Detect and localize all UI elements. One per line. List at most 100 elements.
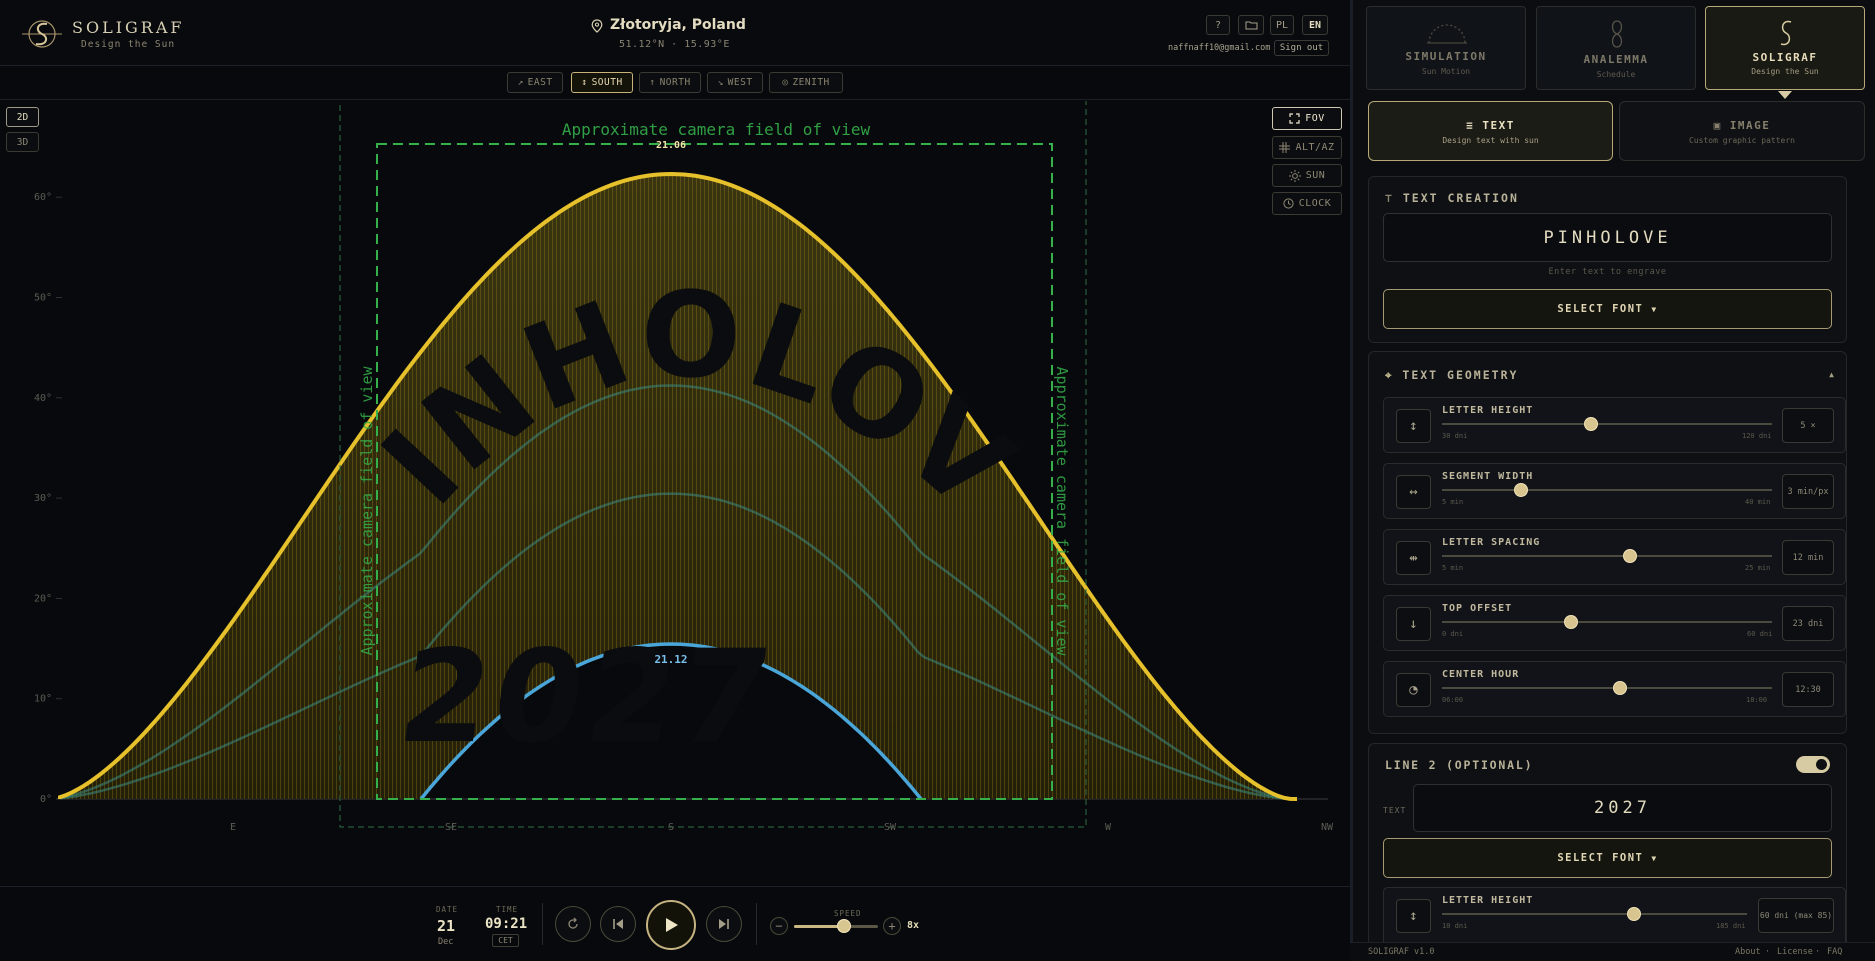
date-month: Dec: [438, 937, 454, 947]
footer-separator: ·: [1765, 947, 1771, 957]
text-lines-icon: ≡: [1466, 119, 1483, 132]
faq-link[interactable]: FAQ: [1827, 947, 1842, 957]
slider-min: 30 dni: [1442, 432, 1468, 440]
letter-spacing-slider[interactable]: [1442, 555, 1772, 557]
center-hour-slider-thumb[interactable]: [1613, 681, 1628, 695]
slider-row-top-offset: ↓ TOP OFFSET 0 dni 60 dni 23 dni: [1383, 595, 1846, 651]
collapse-caret-icon[interactable]: ▲: [1829, 370, 1834, 379]
slider-value[interactable]: 5 ×: [1782, 408, 1834, 443]
mode-2d-button[interactable]: 2D: [6, 107, 39, 127]
text-input[interactable]: PINHOLOVE: [1383, 213, 1832, 262]
overlay-fov-button[interactable]: FOV: [1272, 107, 1342, 130]
slider-min: 5 min: [1442, 498, 1464, 506]
license-link[interactable]: License: [1777, 947, 1813, 957]
date-label: DATE: [436, 905, 459, 914]
slider-value[interactable]: 3 min/px: [1782, 474, 1834, 509]
view-north-label: NORTH: [659, 77, 691, 88]
view-zenith-button[interactable]: ◎ ZENITH: [769, 72, 843, 93]
segment-width-slider-thumb[interactable]: [1514, 483, 1529, 497]
letter-spacing-slider-thumb[interactable]: [1623, 549, 1638, 563]
mode-card-analemma[interactable]: ANALEMMA Schedule: [1536, 6, 1696, 90]
help-button[interactable]: ?: [1206, 15, 1230, 35]
speed-slider[interactable]: [794, 919, 878, 933]
tab-text-title: ≡ TEXT: [1369, 119, 1612, 132]
line2-text-input[interactable]: 2027: [1413, 784, 1832, 832]
lang-en-button[interactable]: EN: [1302, 15, 1328, 35]
tab-image[interactable]: ▣ IMAGE Custom graphic pattern: [1619, 101, 1865, 161]
active-mode-pointer: [1778, 91, 1792, 99]
slider-min: 0 dni: [1442, 630, 1464, 638]
mode-3d-button[interactable]: 3D: [6, 132, 39, 152]
sun-path-chart[interactable]: PINHOLOVE2027 Approximate camera field o…: [0, 101, 1350, 886]
slider-max: 18:00: [1746, 696, 1768, 704]
fov-label-left: Approximate camera field of view: [358, 366, 376, 656]
segment-width-slider[interactable]: [1442, 489, 1772, 491]
step-forward-button[interactable]: [706, 906, 742, 942]
arrow-southeast-icon: ↘: [717, 77, 724, 88]
speed-increase-button[interactable]: +: [883, 917, 901, 935]
projects-folder-button[interactable]: [1238, 15, 1264, 35]
slider-label: SEGMENT WIDTH: [1442, 471, 1534, 482]
location-name[interactable]: Złotoryja, Poland: [610, 17, 746, 33]
timezone-badge[interactable]: CET: [492, 934, 519, 947]
mode-analemma-subtitle: Schedule: [1596, 70, 1636, 79]
slider-value[interactable]: 12 min: [1782, 540, 1834, 575]
sky-viewport[interactable]: PINHOLOVE2027 Approximate camera field o…: [0, 101, 1350, 886]
line2-letter-height-slider[interactable]: [1442, 913, 1747, 915]
line2-toggle[interactable]: [1796, 756, 1830, 773]
slider-row-segment-width: ↔ SEGMENT WIDTH 5 min 40 min 3 min/px: [1383, 463, 1846, 519]
top-offset-slider[interactable]: [1442, 621, 1772, 623]
slider-value[interactable]: 60 dni (max 85): [1758, 898, 1834, 933]
mode-card-soligraf[interactable]: SOLIGRAF Design the Sun: [1705, 6, 1865, 90]
view-west-button[interactable]: ↘ WEST: [707, 72, 763, 93]
slider-value[interactable]: 12:30: [1782, 672, 1834, 707]
text-creation-heading-label: TEXT CREATION: [1402, 191, 1519, 205]
overlay-clock-button[interactable]: CLOCK: [1272, 192, 1342, 215]
lang-pl-button[interactable]: PL: [1270, 15, 1294, 35]
slider-value[interactable]: 23 dni: [1782, 606, 1834, 641]
view-east-button[interactable]: ↗ EAST: [507, 72, 563, 93]
brand-name: SOLIGRAF: [72, 18, 185, 37]
dropdown-caret-icon: ▼: [1651, 304, 1658, 314]
crosshair-icon: ⌖: [1385, 368, 1403, 382]
step-back-button[interactable]: [600, 906, 636, 942]
speed-decrease-button[interactable]: −: [770, 917, 788, 935]
panel-divider[interactable]: [1350, 0, 1353, 961]
slider-max: 120 dni: [1742, 432, 1772, 440]
date-day[interactable]: 21: [437, 917, 455, 935]
y-tick-label: 60°: [34, 192, 52, 203]
tab-image-subtitle: Custom graphic pattern: [1689, 136, 1795, 145]
text-geometry-heading: ⌖ TEXT GEOMETRY: [1385, 368, 1518, 383]
select-font-button[interactable]: SELECT FONT ▼: [1383, 289, 1832, 329]
slider-row-letter-height: ↕ LETTER HEIGHT 30 dni 120 dni 5 ×: [1383, 397, 1846, 453]
mode-card-simulation[interactable]: SIMULATION Sun Motion: [1366, 6, 1526, 90]
text-type-icon: ⊤: [1385, 191, 1403, 205]
speed-slider-thumb[interactable]: [837, 919, 852, 933]
sign-out-button[interactable]: Sign out: [1274, 40, 1329, 56]
view-west-label: WEST: [727, 77, 753, 88]
time-value[interactable]: 09:21: [485, 916, 527, 932]
reset-button[interactable]: [555, 906, 591, 942]
play-button[interactable]: [646, 900, 696, 950]
select-font-label: SELECT FONT: [1557, 303, 1644, 315]
overlay-sun-button[interactable]: SUN: [1272, 164, 1342, 187]
letter-height-slider-thumb[interactable]: [1583, 417, 1598, 431]
y-tick-label: 0°: [40, 794, 52, 805]
about-link[interactable]: About: [1735, 947, 1761, 957]
overlay-altaz-button[interactable]: ALT/AZ: [1272, 136, 1342, 159]
slider-row-letter-spacing: ⇹ LETTER SPACING 5 min 25 min 12 min: [1383, 529, 1846, 585]
view-south-button[interactable]: ↕ SOUTH: [571, 72, 633, 93]
letter-height-slider[interactable]: [1442, 423, 1772, 425]
vertical-arrows-icon: ↕: [1396, 899, 1431, 933]
center-hour-slider[interactable]: [1442, 687, 1772, 689]
x-tick-label: S: [668, 822, 674, 833]
slider-max: 185 dni: [1716, 922, 1746, 930]
tab-text[interactable]: ≡ TEXT Design text with sun: [1368, 101, 1613, 161]
y-tick-label: 30°: [34, 493, 52, 504]
top-offset-slider-thumb[interactable]: [1563, 615, 1578, 629]
slider-label: LETTER HEIGHT: [1442, 405, 1534, 416]
line2-letter-height-slider-thumb[interactable]: [1627, 907, 1642, 921]
line2-select-font-button[interactable]: SELECT FONT ▼: [1383, 838, 1832, 878]
spacing-icon: ⇹: [1396, 541, 1431, 575]
view-north-button[interactable]: ↑ NORTH: [639, 72, 701, 93]
